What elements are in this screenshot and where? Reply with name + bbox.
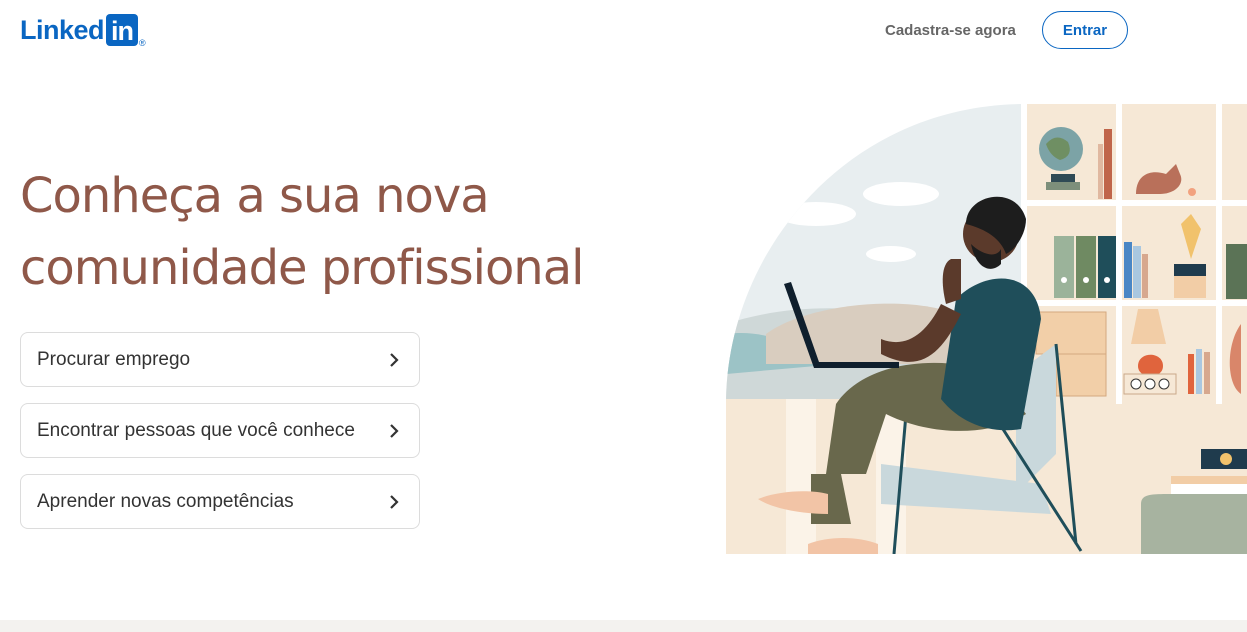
chevron-right-icon <box>387 423 401 438</box>
top-nav: Linked in ® Cadastra-se agora Entrar <box>0 0 1247 64</box>
signin-button[interactable]: Entrar <box>1042 11 1128 49</box>
option-learn-skills[interactable]: Aprender novas competências <box>20 474 420 529</box>
option-label: Encontrar pessoas que você conhece <box>37 419 355 441</box>
hero-headline: Conheça a sua nova comunidade profission… <box>20 160 660 304</box>
logo-registered-mark: ® <box>139 38 146 48</box>
logo-in-box: in <box>106 14 139 46</box>
chevron-right-icon <box>387 352 401 367</box>
footer-strip <box>0 620 1247 632</box>
headline-line-1: Conheça a sua nova <box>20 168 490 224</box>
option-label: Procurar emprego <box>37 348 191 370</box>
logo-wordmark: Linked <box>20 15 105 45</box>
headline-line-2: comunidade profissional <box>20 240 584 296</box>
option-label: Aprender novas competências <box>37 490 294 512</box>
option-find-jobs[interactable]: Procurar emprego <box>20 332 420 387</box>
signup-link[interactable]: Cadastra-se agora <box>885 22 1016 39</box>
hero-illustration <box>726 104 1247 554</box>
option-find-people[interactable]: Encontrar pessoas que você conhece <box>20 403 420 458</box>
linkedin-logo[interactable]: Linked in ® <box>20 14 146 48</box>
chevron-right-icon <box>387 494 401 509</box>
